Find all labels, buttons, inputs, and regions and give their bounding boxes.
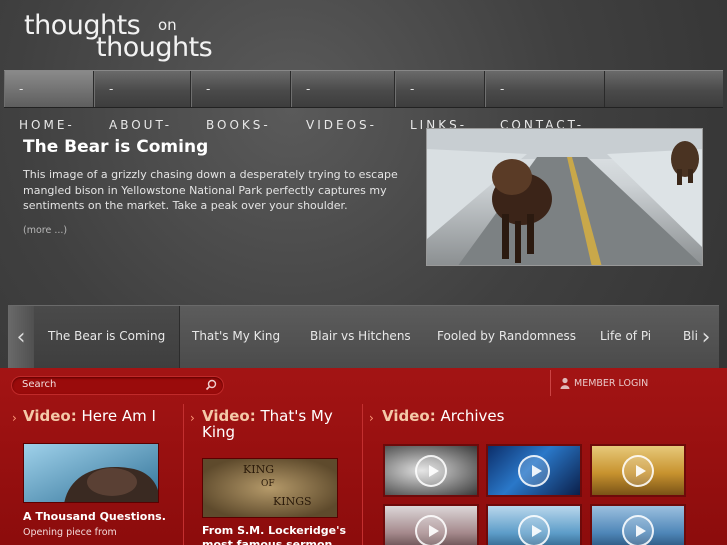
col2-caption[interactable]: From S.M. Lockeridge's most famous sermo… — [202, 524, 352, 545]
col2-thumb-line3: KINGS — [273, 495, 312, 508]
col1-title-text: Here Am I — [76, 407, 156, 425]
archive-video-thumbnail[interactable] — [590, 444, 686, 497]
member-login-label: MEMBER LOGIN — [574, 377, 649, 389]
nav-videos[interactable]: -VIDEOS- — [291, 71, 395, 132]
col3-title[interactable]: Video: Archives — [382, 408, 582, 424]
col3-title-text: Archives — [435, 407, 505, 425]
main-nav: -HOME- -ABOUT- -BOOKS- -VIDEOS- -LINKS- … — [4, 70, 723, 132]
site-logo[interactable]: thoughts on thoughts — [24, 8, 224, 64]
member-divider — [550, 370, 551, 396]
nav-links[interactable]: -LINKS- — [395, 71, 485, 132]
feature-more-link[interactable]: (more ...) — [23, 225, 67, 236]
col1-subtext: Opening piece from — [23, 527, 117, 538]
chevron-right-icon: › — [190, 411, 195, 425]
user-icon — [560, 377, 570, 389]
archive-video-thumbnail[interactable] — [383, 444, 479, 497]
column-divider — [362, 404, 363, 545]
column-divider — [183, 404, 184, 545]
slider-prev-button[interactable]: ‹ — [8, 306, 34, 369]
search-input[interactable]: Search — [11, 376, 224, 395]
slider-tab-thats-my-king[interactable]: That's My King — [192, 306, 280, 369]
slider-next-button[interactable]: › — [693, 306, 719, 369]
archive-video-thumbnail[interactable] — [590, 504, 686, 545]
play-icon[interactable] — [415, 454, 447, 487]
chevron-right-icon: › — [369, 411, 374, 425]
col1-keyword: Video: — [23, 407, 77, 425]
nav-contact[interactable]: -CONTACT- — [485, 71, 605, 132]
member-login-link[interactable]: MEMBER LOGIN — [560, 377, 648, 389]
nav-about[interactable]: -ABOUT- — [94, 71, 191, 132]
archive-video-thumbnail[interactable] — [486, 504, 582, 545]
feature-text: This image of a grizzly chasing down a d… — [23, 168, 398, 212]
archive-video-thumbnail[interactable] — [383, 504, 479, 545]
slider-tab-life-of-pi[interactable]: Life of Pi — [600, 306, 651, 369]
col1-title[interactable]: Video: Here Am I — [23, 408, 178, 424]
slider-tab-blair-vs-hitchens[interactable]: Blair vs Hitchens — [310, 306, 411, 369]
col2-thumb-line1: KING — [243, 463, 274, 476]
bison-bear-photo — [427, 129, 702, 265]
feature-slider: ‹ The Bear is Coming That's My King Blai… — [8, 305, 719, 369]
feature-image[interactable] — [426, 128, 703, 266]
col3-keyword: Video: — [382, 407, 436, 425]
col1-video-thumbnail[interactable] — [23, 443, 159, 503]
col2-thumb-line2: OF — [261, 479, 275, 489]
slider-tab-the-bear-is-coming[interactable]: The Bear is Coming — [34, 306, 181, 369]
search-icon[interactable] — [205, 379, 217, 391]
play-icon[interactable] — [622, 514, 654, 545]
play-icon[interactable] — [518, 454, 550, 487]
nav-home[interactable]: -HOME- — [4, 71, 94, 132]
col2-title[interactable]: Video: That's My King — [202, 408, 352, 440]
archive-video-thumbnail[interactable] — [486, 444, 582, 497]
play-icon[interactable] — [518, 514, 550, 545]
play-icon[interactable] — [622, 454, 654, 487]
chevron-right-icon: › — [12, 411, 17, 425]
slider-tabs: The Bear is Coming That's My King Blair … — [34, 306, 697, 369]
page: thoughts on thoughts -HOME- -ABOUT- -BOO… — [0, 0, 727, 545]
col1-caption[interactable]: A Thousand Questions. — [23, 510, 166, 523]
nav-books[interactable]: -BOOKS- — [191, 71, 291, 132]
col2-video-thumbnail[interactable]: KING OF KINGS — [202, 458, 338, 518]
slider-tab-fooled-by-randomness[interactable]: Fooled by Randomness — [437, 306, 576, 369]
logo-word-3: thoughts — [96, 32, 213, 63]
feature-title[interactable]: The Bear is Coming — [23, 137, 208, 157]
play-icon[interactable] — [415, 514, 447, 545]
search-placeholder: Search — [22, 379, 57, 390]
